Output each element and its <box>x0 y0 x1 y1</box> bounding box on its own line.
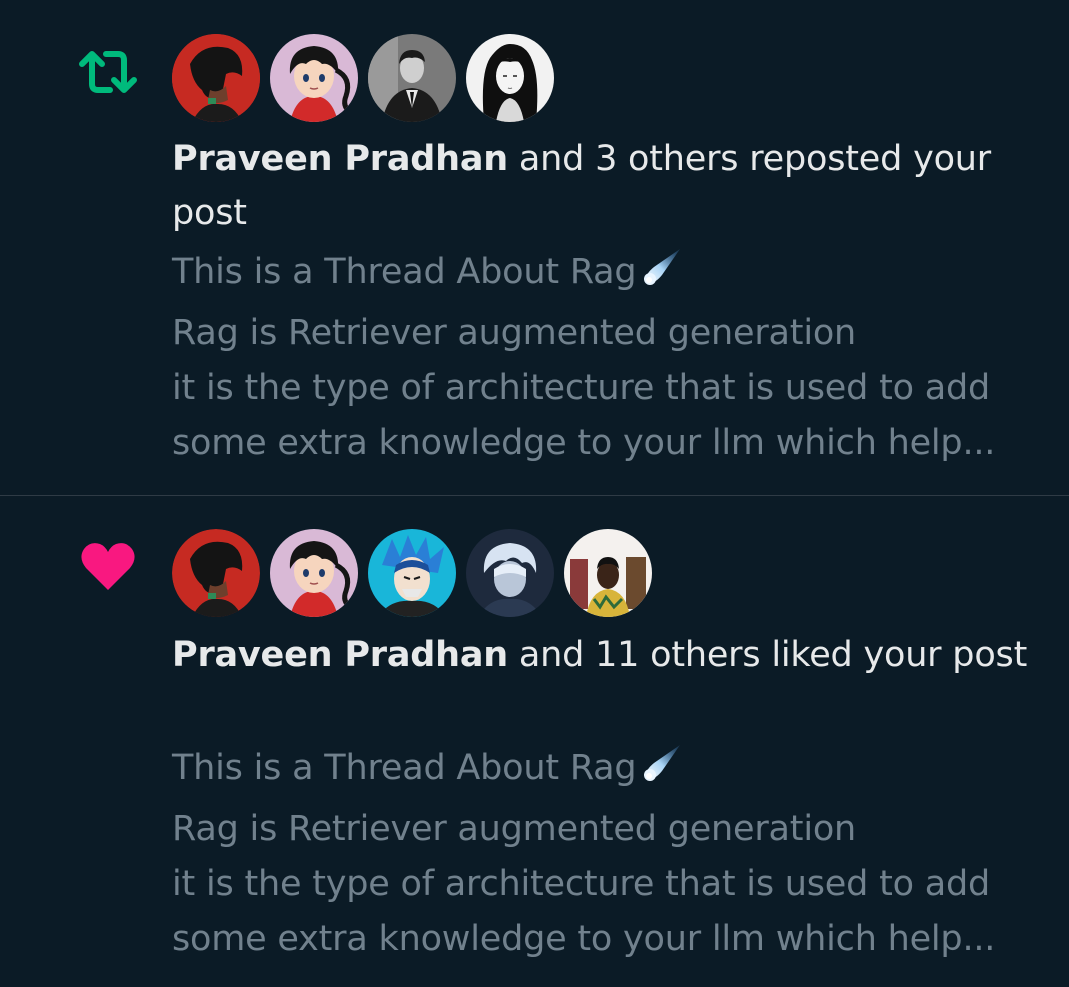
avatar[interactable] <box>172 529 260 617</box>
post-preview[interactable]: This is a Thread About Rag Rag is Retrie… <box>172 245 1052 471</box>
preview-line: some extra knowledge to your llm which h… <box>172 423 996 463</box>
notification-like[interactable]: Praveen Pradhan and 11 others liked your… <box>0 496 1069 987</box>
preview-line: some extra knowledge to your llm which h… <box>172 919 996 959</box>
avatar[interactable] <box>368 34 456 122</box>
avatar[interactable] <box>564 529 652 617</box>
preview-line: This is a Thread About Rag <box>172 741 1052 802</box>
avatar-stack <box>172 34 554 122</box>
preview-line: it is the type of architecture that is u… <box>172 864 991 904</box>
comet-icon <box>640 741 684 802</box>
actor-name[interactable]: Praveen Pradhan <box>172 139 508 179</box>
avatar-stack <box>172 529 652 617</box>
preview-line: it is the type of architecture that is u… <box>172 368 991 408</box>
avatar[interactable] <box>368 529 456 617</box>
avatar[interactable] <box>466 529 554 617</box>
avatar[interactable] <box>466 34 554 122</box>
actor-name[interactable]: Praveen Pradhan <box>172 635 508 675</box>
preview-line: Rag is Retriever augmented generation <box>172 809 857 849</box>
avatar[interactable] <box>172 34 260 122</box>
comet-icon <box>640 245 684 306</box>
notification-text: Praveen Pradhan and 3 others reposted yo… <box>172 132 1052 240</box>
notifications-feed: Praveen Pradhan and 3 others reposted yo… <box>0 0 1069 987</box>
notification-text: Praveen Pradhan and 11 others liked your… <box>172 628 1052 682</box>
preview-line: Rag is Retriever augmented generation <box>172 313 857 353</box>
avatar[interactable] <box>270 34 358 122</box>
post-preview[interactable]: This is a Thread About Rag Rag is Retrie… <box>172 741 1052 967</box>
action-text: and 11 others liked your post <box>507 635 1028 675</box>
heart-icon <box>76 536 140 596</box>
notification-repost[interactable]: Praveen Pradhan and 3 others reposted yo… <box>0 0 1069 496</box>
avatar[interactable] <box>270 529 358 617</box>
repost-icon <box>76 42 140 102</box>
preview-line: This is a Thread About Rag <box>172 245 1052 306</box>
